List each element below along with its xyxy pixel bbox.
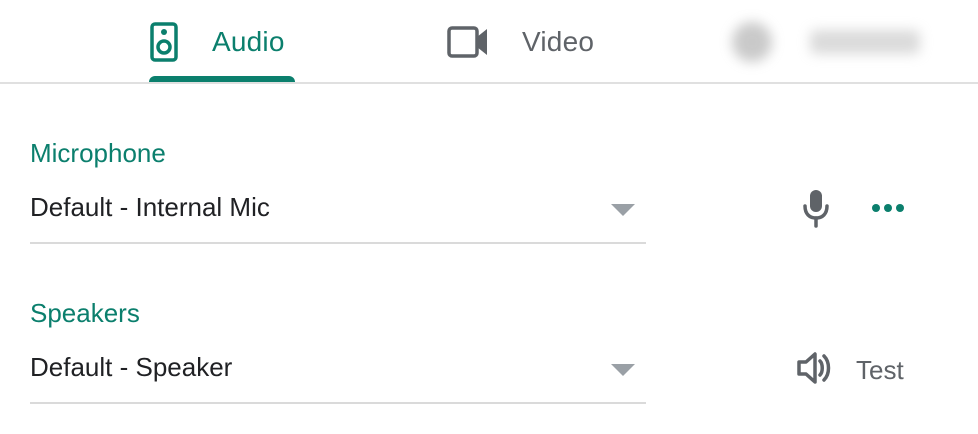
blurred-tab-content: [720, 12, 940, 70]
mic-icon: [801, 188, 831, 233]
test-speakers-button[interactable]: Test: [794, 348, 924, 392]
more-options-button[interactable]: [866, 188, 910, 232]
microphone-section: Microphone Default - Internal Mic: [30, 136, 950, 244]
tab-blurred[interactable]: [720, 0, 940, 84]
speakers-selected-value: Default - Speaker: [30, 352, 233, 382]
tab-audio[interactable]: Audio: [150, 0, 296, 84]
test-label: Test: [856, 354, 904, 385]
microphone-selected-value: Default - Internal Mic: [30, 192, 270, 222]
settings-tabs: Audio Video: [0, 0, 978, 84]
videocam-icon: [446, 25, 490, 59]
tab-video-label: Video: [522, 26, 595, 57]
more-horiz-icon: [870, 201, 906, 219]
speakers-section: Speakers Default - Speaker Test: [30, 296, 950, 404]
microphone-label: Microphone: [30, 138, 166, 168]
dropdown-arrow-icon: [611, 364, 635, 376]
speaker-device-icon: [150, 22, 178, 62]
microphone-select[interactable]: Default - Internal Mic: [30, 186, 646, 244]
volume-icon: [794, 348, 834, 393]
speakers-label: Speakers: [30, 298, 140, 328]
blurred-label: [810, 30, 920, 54]
dropdown-arrow-icon: [611, 204, 635, 216]
tab-audio-label: Audio: [212, 26, 285, 57]
mic-button[interactable]: [794, 188, 838, 232]
tab-video[interactable]: Video: [446, 0, 616, 84]
tab-selected-indicator: [149, 76, 295, 82]
blurred-icon: [732, 22, 772, 62]
speakers-select[interactable]: Default - Speaker: [30, 346, 646, 404]
